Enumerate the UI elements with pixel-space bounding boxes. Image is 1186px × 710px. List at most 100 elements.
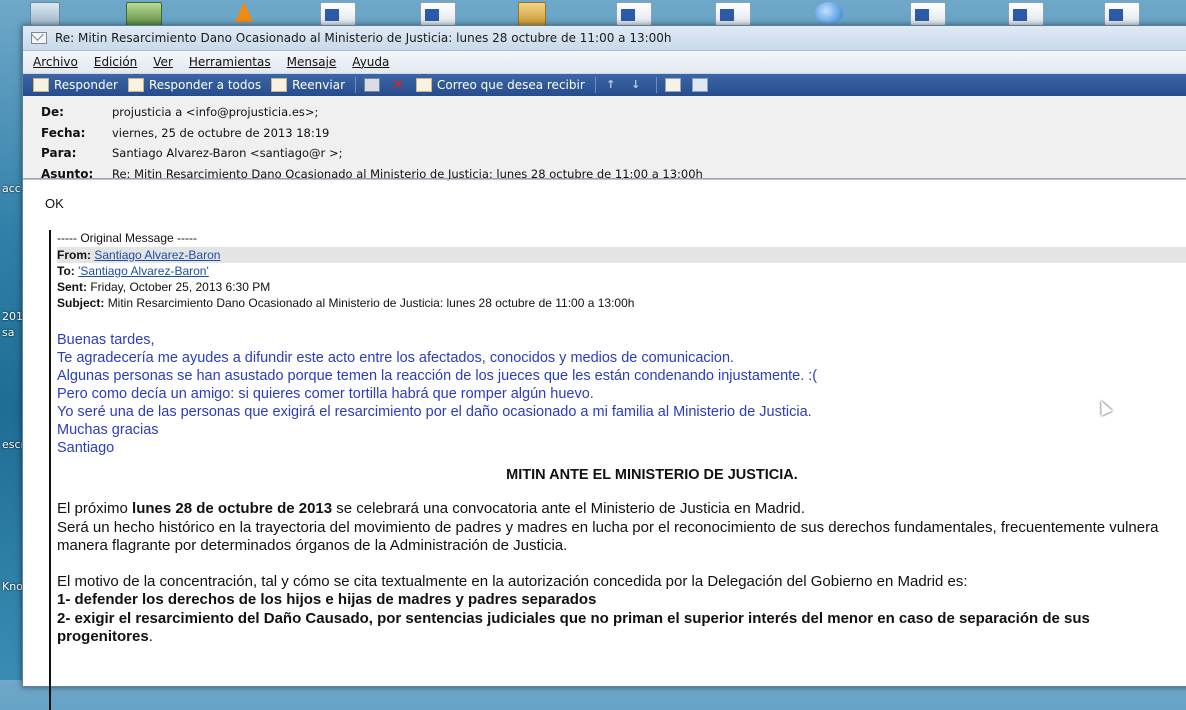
wanted-mail-button[interactable]: Correo que desea recibir [416, 78, 585, 92]
word-document-icon[interactable] [616, 2, 652, 26]
date-label: Fecha: [41, 125, 86, 140]
message-body[interactable]: OK ----- Original Message ----- From: Sa… [23, 179, 1186, 710]
paragraph-line-bold: 2- exigir el resarcimiento del Daño Caus… [57, 609, 1090, 627]
reply-all-label: Responder a todos [148, 78, 262, 92]
calendar-button[interactable] [691, 78, 713, 92]
arrow-up-icon: ↑ [606, 78, 616, 91]
paragraph-line-bold: 1- defender los derechos de los hijos e … [57, 591, 597, 608]
folder-icon[interactable] [518, 2, 546, 26]
menu-bar: Archivo Edición Ver Herramientas Mensaje… [23, 51, 1186, 74]
delete-icon: ✕ [392, 77, 404, 93]
announcement-title: MITIN ANTE EL MINISTERIO DE JUSTICIA. [506, 467, 798, 483]
document-icon[interactable] [1008, 2, 1044, 26]
original-sent-value: Friday, October 25, 2013 6:30 PM [90, 280, 271, 294]
desktop-icons [0, 0, 1186, 26]
recycle-bin-icon[interactable] [30, 2, 60, 26]
image-file-icon[interactable] [126, 2, 162, 26]
wanted-mail-label: Correo que desea recibir [437, 78, 585, 92]
print-button[interactable] [364, 78, 385, 92]
header-to: Para: Santiago Alvarez-Baron <santiago@r… [41, 143, 1186, 164]
toolbar-separator [355, 77, 357, 93]
reply-all-button[interactable]: Responder a todos [127, 78, 262, 92]
forward-icon [271, 78, 288, 92]
reply-all-icon [127, 78, 144, 92]
vlc-icon[interactable] [235, 2, 253, 22]
original-from-label: From: [57, 248, 91, 262]
from-label: De: [41, 105, 64, 120]
word-document-icon[interactable] [910, 2, 946, 26]
blue-line: Muchas gracias [57, 422, 159, 438]
next-button[interactable]: ↓ [629, 79, 648, 91]
original-sent-label: Sent: [57, 280, 87, 294]
arrow-down-icon: ↓ [631, 78, 641, 91]
original-to: To: 'Santiago Alvarez-Baron' [57, 263, 1186, 279]
desktop-label: acc [2, 182, 21, 195]
reply-text: OK [45, 196, 64, 211]
menu-edicion[interactable]: Edición [94, 55, 137, 69]
reply-label: Responder [54, 78, 118, 92]
reply-button[interactable]: Responder [33, 78, 118, 92]
reply-icon [33, 78, 49, 92]
to-label: Para: [41, 146, 77, 161]
word-document-icon[interactable] [420, 2, 456, 26]
toolbar-separator [655, 77, 657, 93]
blue-line: Santiago [57, 440, 115, 456]
p1-text: se celebrará una convocatoria ante el Mi… [332, 500, 805, 517]
paragraph-line: manera flagrante por determinados órgano… [57, 537, 568, 554]
title-bar[interactable]: Re: Mitin Resarcimiento Dano Ocasionado … [23, 26, 1186, 51]
p1-date-bold: lunes 28 de octubre de 2013 [132, 500, 333, 517]
original-to-link[interactable]: 'Santiago Alvarez-Baron' [78, 264, 209, 278]
menu-archivo[interactable]: Archivo [33, 55, 78, 69]
forward-label: Reenviar [292, 78, 346, 92]
blue-line: Pero como decía un amigo: si quieres com… [57, 386, 594, 402]
menu-ver[interactable]: Ver [153, 55, 173, 69]
document-icon[interactable] [715, 2, 751, 26]
quoted-message: ----- Original Message ----- From: Santi… [49, 230, 1186, 710]
original-sent: Sent: Friday, October 25, 2013 6:30 PM [57, 279, 1186, 295]
menu-herramientas[interactable]: Herramientas [189, 55, 271, 69]
menu-mensaje[interactable]: Mensaje [287, 55, 337, 69]
paragraph-line: El motivo de la concentración, tal y cóm… [57, 572, 968, 590]
toolbar: Responder Responder a todos Reenviar ✕ C… [23, 74, 1186, 96]
paragraph-bold-end: progenitores [57, 628, 149, 645]
header-date: Fecha: viernes, 25 de octubre de 2013 18… [41, 123, 1186, 144]
browser-icon[interactable] [815, 2, 843, 24]
original-message-header: ----- Original Message ----- [57, 231, 198, 245]
calendar-icon [691, 78, 708, 92]
original-from: From: Santiago Alvarez-Baron [57, 247, 1186, 263]
original-subject-value: Mitin Resarcimiento Dano Ocasionado al M… [107, 296, 635, 310]
to-value[interactable]: Santiago Alvarez-Baron <santiago@r >; [112, 146, 342, 160]
address-book-button[interactable] [664, 78, 686, 92]
paragraph-period: . [148, 628, 153, 645]
original-subject: Subject: Mitin Resarcimiento Dano Ocasio… [57, 295, 1186, 311]
desktop-label: 201 [2, 310, 23, 323]
blue-line: Yo seré una de las personas que exigirá … [57, 404, 812, 420]
window-title: Re: Mitin Resarcimiento Dano Ocasionado … [55, 31, 672, 45]
blue-line: Algunas personas se han asustado porque … [57, 368, 818, 384]
desktop-label: sa [2, 326, 15, 339]
previous-button[interactable]: ↑ [604, 79, 623, 91]
original-subject-label: Subject: [57, 296, 105, 310]
mail-filter-icon [416, 78, 433, 92]
blue-line: Buenas tardes, [57, 332, 155, 348]
printer-icon [364, 78, 381, 92]
header-from: De: projusticia a <info@projusticia.es>; [41, 102, 1186, 123]
address-book-icon [664, 78, 681, 92]
paragraph-line: El próximo lunes 28 de octubre de 2013 s… [57, 500, 1186, 519]
date-value: viernes, 25 de octubre de 2013 18:19 [112, 125, 330, 140]
paragraph-line: Será un hecho histórico en la trayectori… [57, 518, 1159, 536]
p1-text: El próximo [57, 500, 133, 517]
menu-ayuda[interactable]: Ayuda [352, 55, 389, 69]
blue-line: Te agradecería me ayudes a difundir este… [57, 350, 735, 366]
toolbar-separator [594, 77, 596, 93]
original-to-label: To: [57, 264, 75, 278]
paragraph-line: progenitores. [57, 628, 1186, 647]
delete-button[interactable]: ✕ [391, 77, 410, 93]
original-from-link[interactable]: Santiago Alvarez-Baron [94, 248, 220, 262]
message-headers: De: projusticia a <info@projusticia.es>;… [23, 96, 1186, 181]
from-value[interactable]: projusticia a <info@projusticia.es>; [112, 105, 318, 119]
word-document-icon[interactable] [320, 2, 356, 26]
word-document-icon[interactable] [1104, 2, 1140, 26]
message-window: Re: Mitin Resarcimiento Dano Ocasionado … [22, 25, 1186, 710]
forward-button[interactable]: Reenviar [271, 78, 345, 92]
